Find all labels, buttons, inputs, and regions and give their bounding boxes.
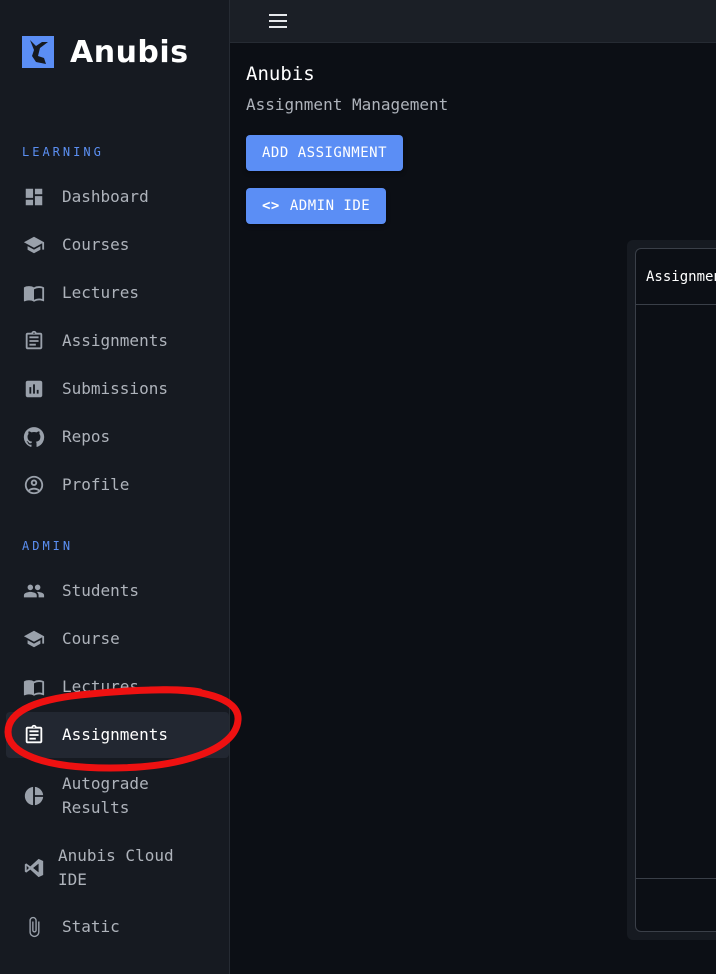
sidebar-item-label: Lectures [62,677,140,696]
add-assignment-button[interactable]: ADD ASSIGNMENT [246,135,404,171]
sidebar-item-submissions[interactable]: Submissions [0,366,229,412]
section-label-learning: LEARNING [22,145,104,159]
brand-logo[interactable]: Anubis [22,34,189,70]
sidebar-item-label: Students [62,581,140,600]
sidebar-item-dashboard[interactable]: Dashboard [0,174,229,220]
dashboard-icon [22,185,46,209]
sidebar-item-label: Dashboard [62,187,149,206]
sidebar-item-autograde-results[interactable]: Autograde Results [0,764,229,828]
table-column-header[interactable]: Assignment [646,269,716,285]
pie-chart-icon [22,784,46,808]
sidebar-item-label: Lectures [62,283,140,302]
add-assignment-label: ADD ASSIGNMENT [262,145,388,161]
assignment-icon [22,329,46,353]
sidebar-item-profile[interactable]: Profile [0,462,229,508]
account-circle-icon [22,473,46,497]
book-icon [22,281,46,305]
top-app-bar [230,0,716,43]
sidebar-item-label: Static [62,917,120,936]
sidebar-item-admin-assignments[interactable]: Assignments [6,712,229,758]
admin-ide-button[interactable]: <> ADMIN IDE [246,188,387,224]
sidebar-item-label: Courses [62,235,130,254]
sidebar-item-label: Assignments [62,725,168,744]
school-icon [22,627,46,651]
sidebar-item-assignments[interactable]: Assignments [0,318,229,364]
code-icon: <> [262,198,280,214]
sidebar-item-label: Submissions [62,379,168,398]
bar-chart-icon [22,377,46,401]
sidebar-item-course[interactable]: Course [0,616,229,662]
sidebar-item-repos[interactable]: Repos [0,414,229,460]
admin-ide-label: ADMIN IDE [289,198,371,214]
brand-name: Anubis [70,34,189,70]
sidebar: Anubis LEARNING Dashboard Courses Lectur… [0,0,230,974]
table-header: Assignment [636,249,716,305]
github-icon [22,425,46,449]
sidebar-item-label: Repos [62,427,111,446]
anubis-logo-icon [22,36,54,68]
assignment-icon [22,723,46,747]
sidebar-item-label: Profile [62,475,130,494]
assignments-table: Assignment [635,248,716,932]
sidebar-item-lectures[interactable]: Lectures [0,270,229,316]
school-icon [22,233,46,257]
sidebar-item-label: Autograde Results [62,774,149,817]
section-label-admin: ADMIN [22,539,74,553]
sidebar-item-cloud-ide[interactable]: Anubis Cloud IDE [0,836,229,900]
sidebar-item-students[interactable]: Students [0,568,229,614]
sidebar-item-label: Course [62,629,120,648]
sidebar-item-label: Anubis Cloud IDE [58,846,174,889]
attach-icon [22,915,46,939]
vscode-icon [22,856,46,880]
book-icon [22,675,46,699]
main-content: Anubis Assignment Management ADD ASSIGNM… [230,43,716,974]
sidebar-item-courses[interactable]: Courses [0,222,229,268]
table-footer [636,878,716,931]
sidebar-item-label: Assignments [62,331,168,350]
sidebar-item-admin-lectures[interactable]: Lectures [0,664,229,710]
sidebar-item-static[interactable]: Static [0,904,229,950]
page-title: Anubis [246,63,315,85]
people-icon [22,579,46,603]
menu-icon[interactable] [266,9,290,33]
page-subtitle: Assignment Management [246,95,449,114]
